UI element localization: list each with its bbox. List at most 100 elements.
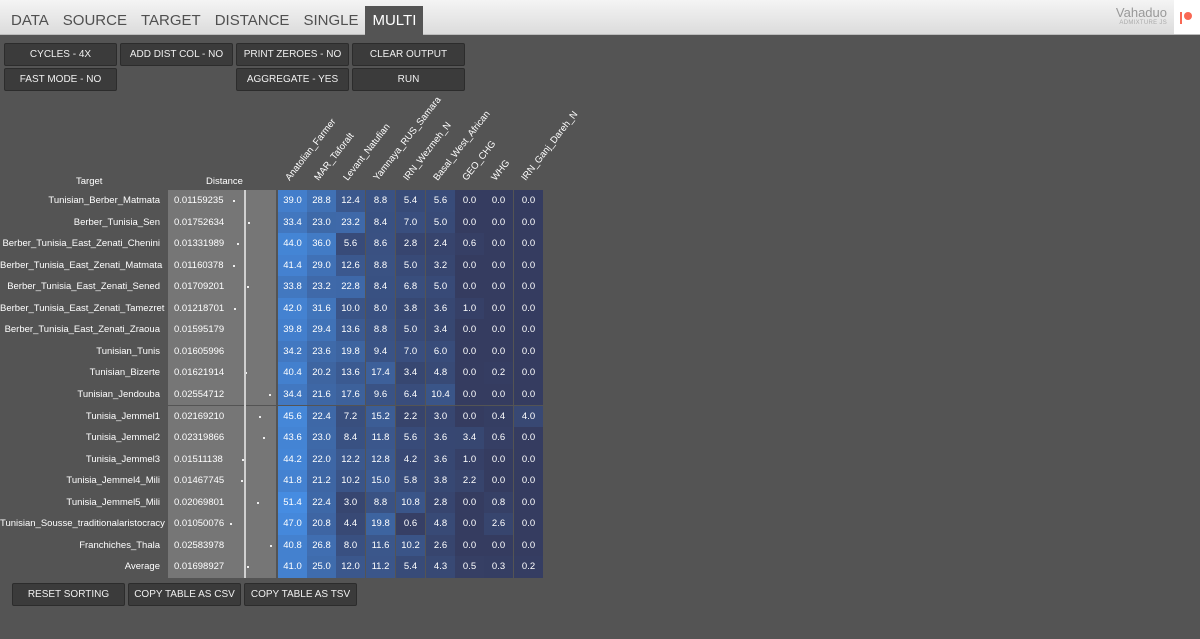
print-zeroes-button[interactable]: PRINT ZEROES - NO	[236, 43, 349, 66]
table-row: Tunisia_Jemmel1 0.02169210 45.6 22.4 7.2 15.2…	[0, 405, 560, 427]
value-cell: 19.8	[366, 513, 395, 535]
reset-sorting-button[interactable]: RESET SORTING	[12, 583, 125, 606]
value-cell: 9.6	[366, 383, 395, 406]
value-cell: 0.0	[514, 427, 543, 449]
value-cell: 25.0	[307, 556, 336, 578]
distance-gap-cell	[246, 233, 276, 255]
value-cell: 44.0	[278, 233, 307, 255]
value-cell: 21.6	[307, 383, 336, 406]
column-header[interactable]: Anatolian_Farmer	[283, 117, 338, 183]
row-target-name: Berber_Tunisia_East_Zenati_Tamezret	[0, 302, 165, 314]
value-cell: 7.2	[336, 405, 365, 427]
row-target-name: Tunisian_Jendouba	[77, 388, 160, 400]
tab-target[interactable]: TARGET	[134, 6, 208, 35]
row-target-name: Tunisia_Jemmel4_Mili	[66, 475, 160, 487]
value-cell: 2.2	[455, 470, 484, 492]
distance-marker	[230, 523, 232, 526]
value-cell: 7.0	[396, 211, 425, 234]
row-distance: 0.01595179	[168, 319, 244, 341]
table-row: Tunisian_Jendouba 0.02554712 34.4 21.6 17.6 9…	[0, 383, 560, 406]
value-cell: 0.0	[484, 190, 513, 212]
column-header[interactable]: IRN_Ganj_Dareh_N	[519, 109, 580, 183]
value-cell: 43.6	[278, 427, 307, 449]
tab-single[interactable]: SINGLE	[296, 6, 365, 35]
copy-tsv-button[interactable]: COPY TABLE AS TSV	[244, 583, 357, 606]
value-cell: 0.0	[455, 276, 484, 298]
value-cell: 22.4	[307, 405, 336, 427]
value-cell: 10.0	[336, 297, 365, 320]
value-cell: 8.4	[366, 211, 395, 234]
value-cell: 41.8	[278, 470, 307, 492]
value-cell: 10.8	[396, 491, 425, 514]
distance-header[interactable]: Distance	[206, 176, 243, 187]
value-cell: 3.0	[336, 491, 365, 514]
distance-marker	[263, 437, 266, 440]
value-cell: 42.0	[278, 297, 307, 320]
row-distance: 0.01511138	[168, 448, 244, 471]
target-header[interactable]: Target	[76, 176, 102, 187]
tab-multi[interactable]: MULTI	[365, 6, 424, 35]
value-cell: 6.0	[426, 340, 455, 363]
tab-data[interactable]: DATA	[4, 6, 56, 35]
value-cell: 44.2	[278, 448, 307, 471]
value-cell: 0.0	[455, 383, 484, 406]
value-cell: 3.4	[396, 362, 425, 384]
value-cell: 23.2	[336, 211, 365, 234]
value-cell: 10.2	[336, 470, 365, 492]
table-row: Tunisian_Tunis 0.01605996 34.2 23.6 19.8 9.4 7…	[0, 340, 560, 363]
run-button[interactable]: RUN	[352, 68, 465, 91]
value-cell: 11.2	[366, 556, 395, 578]
value-cell: 0.3	[484, 556, 513, 578]
patreon-icon[interactable]	[1174, 0, 1200, 34]
value-cell: 1.0	[455, 448, 484, 471]
value-cell: 29.4	[307, 319, 336, 341]
value-cell: 8.0	[366, 297, 395, 320]
copy-csv-button[interactable]: COPY TABLE AS CSV	[128, 583, 241, 606]
distance-marker	[256, 501, 259, 504]
value-cell: 8.4	[366, 276, 395, 298]
distance-gap-cell	[246, 427, 276, 449]
value-cell: 41.0	[278, 556, 307, 578]
value-cell: 8.0	[336, 534, 365, 557]
value-cell: 0.0	[455, 190, 484, 212]
row-distance: 0.02319866	[168, 427, 244, 449]
value-cell: 5.6	[426, 190, 455, 212]
distance-gap-cell	[246, 297, 276, 320]
distance-gap-cell	[246, 470, 276, 492]
distance-marker	[248, 221, 251, 224]
distance-gap-cell	[246, 211, 276, 234]
value-cell: 13.6	[336, 362, 365, 384]
value-cell: 0.6	[455, 233, 484, 255]
value-cell: 21.2	[307, 470, 336, 492]
clear-output-button[interactable]: CLEAR OUTPUT	[352, 43, 465, 66]
table-row: Franchiches_Thala 0.02583978 40.8 26.8 8.0 11…	[0, 534, 560, 557]
value-cell: 0.0	[484, 470, 513, 492]
value-cell: 1.0	[455, 297, 484, 320]
value-cell: 5.6	[396, 427, 425, 449]
value-cell: 0.6	[484, 427, 513, 449]
aggregate-button[interactable]: AGGREGATE - YES	[236, 68, 349, 91]
value-cell: 0.0	[514, 211, 543, 234]
column-header[interactable]: WHG	[489, 158, 512, 183]
row-target-name: Berber_Tunisia_Sen	[73, 216, 160, 228]
cycles-button[interactable]: CYCLES - 4X	[4, 43, 117, 66]
value-cell: 8.8	[366, 190, 395, 212]
value-cell: 31.6	[307, 297, 336, 320]
row-target-name: Tunisian_Sousse_traditionalaristocracy	[0, 518, 165, 530]
value-cell: 33.8	[278, 276, 307, 298]
table-row: Tunisia_Jemmel2 0.02319866 43.6 23.0 8.4 11.8…	[0, 427, 560, 449]
main-nav: DATA SOURCE TARGET DISTANCE SINGLE MULTI	[4, 6, 424, 35]
value-cell: 0.0	[514, 297, 543, 320]
distance-separator	[244, 190, 246, 578]
value-cell: 2.8	[396, 233, 425, 255]
add-dist-col-button[interactable]: ADD DIST COL - NO	[120, 43, 233, 66]
brand-title: Vahaduo	[1115, 5, 1167, 20]
value-cell: 0.8	[484, 491, 513, 514]
value-cell: 0.0	[455, 254, 484, 277]
tab-distance[interactable]: DISTANCE	[208, 6, 297, 35]
value-cell: 47.0	[278, 513, 307, 535]
value-cell: 2.6	[484, 513, 513, 535]
value-cell: 0.0	[484, 276, 513, 298]
fast-mode-button[interactable]: FAST MODE - NO	[4, 68, 117, 91]
tab-source[interactable]: SOURCE	[56, 6, 134, 35]
